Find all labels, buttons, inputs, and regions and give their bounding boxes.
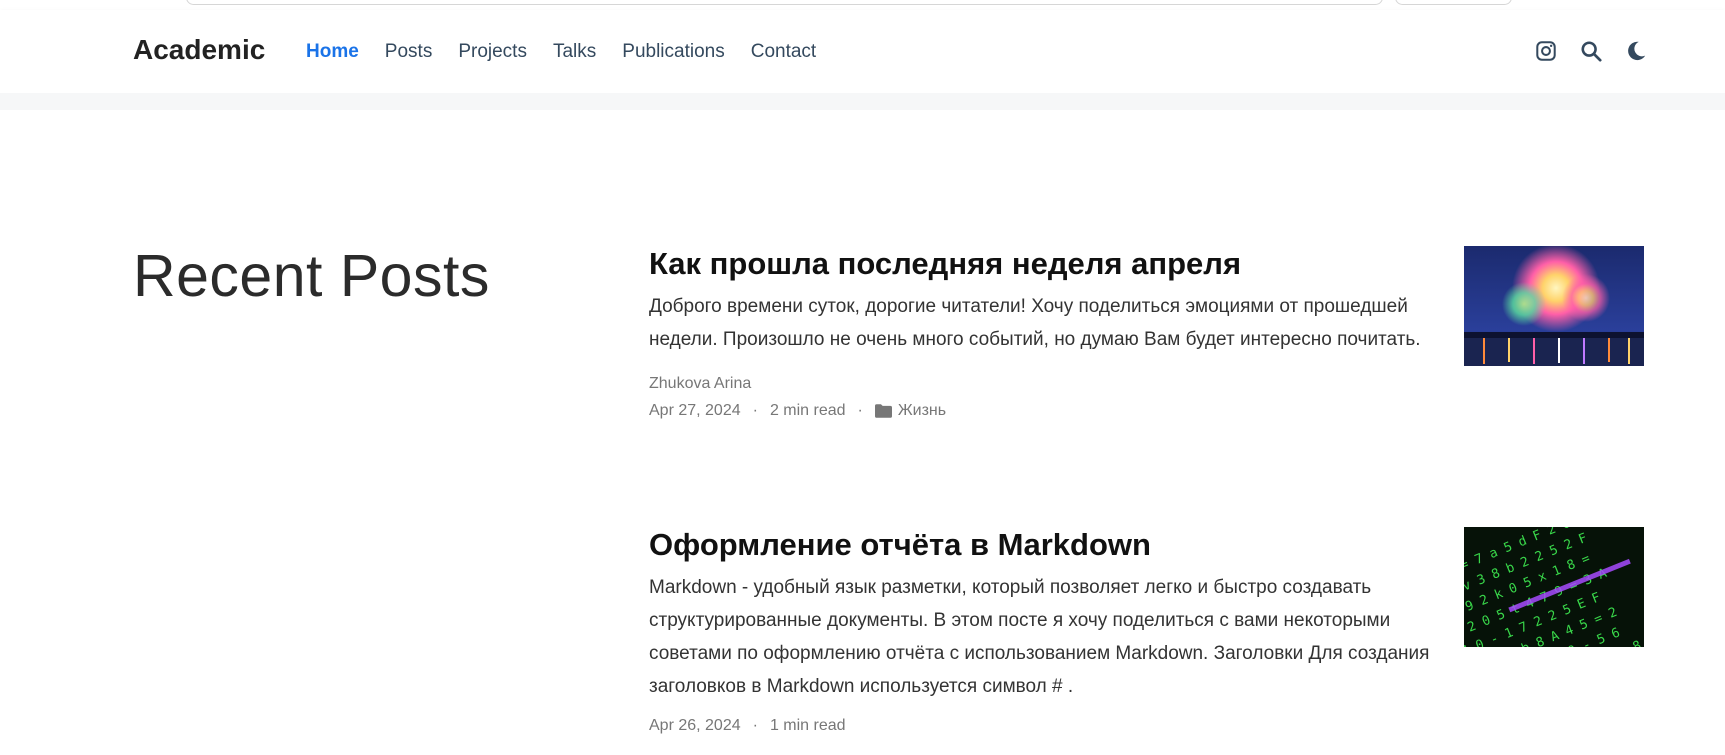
address-bar[interactable] — [186, 0, 1383, 5]
meta-separator: · — [857, 402, 863, 419]
nav-item-contact[interactable]: Contact — [751, 41, 816, 63]
post-category-link[interactable]: Жизнь — [874, 402, 947, 420]
instagram-icon[interactable] — [1535, 40, 1557, 62]
browser-button[interactable] — [1395, 0, 1512, 5]
post-thumbnail-code[interactable]: 0 1 = 7 a 5 d F 2 0 9 = v 3 8 b 2 2 5 2 … — [1464, 527, 1644, 647]
post-date: Apr 27, 2024 — [649, 402, 741, 419]
search-icon[interactable] — [1580, 40, 1602, 62]
post-reading-time: 1 min read — [769, 717, 846, 734]
moon-icon[interactable] — [1625, 40, 1647, 62]
post-summary: Markdown - удобный язык разметки, которы… — [649, 577, 1430, 697]
post-thumbnail-fireworks[interactable] — [1464, 246, 1644, 366]
post-title[interactable]: Оформление отчёта в Markdown — [649, 527, 1449, 563]
post-item: Оформление отчёта в Markdown Markdown - … — [649, 527, 1644, 735]
section-title: Recent Posts — [133, 243, 490, 309]
site-brand[interactable]: Academic — [133, 34, 265, 66]
nav-item-projects[interactable]: Projects — [458, 41, 527, 63]
meta-separator: · — [752, 402, 758, 419]
post-summary: Доброго времени суток, дорогие читатели!… — [649, 296, 1421, 350]
post-meta: Apr 26, 2024 · 1 min read — [649, 717, 1644, 735]
meta-separator: · — [752, 717, 758, 734]
post-meta: Apr 27, 2024 · 2 min read · Жизнь — [649, 402, 1644, 420]
post-title[interactable]: Как прошла последняя неделя апреля — [649, 246, 1449, 282]
nav-links: Home Posts Projects Talks Publications C… — [306, 41, 842, 63]
nav-item-home[interactable]: Home — [306, 41, 359, 63]
navbar-shadow-gap — [0, 93, 1725, 110]
post-reading-time: 2 min read — [769, 402, 846, 419]
nav-item-publications[interactable]: Publications — [622, 41, 724, 63]
post-category: Жизнь — [897, 402, 947, 419]
post-item: Как прошла последняя неделя апреля Добро… — [649, 246, 1644, 420]
folder-icon — [874, 404, 892, 418]
nav-item-posts[interactable]: Posts — [385, 41, 433, 63]
post-date: Apr 26, 2024 — [649, 717, 741, 734]
nav-icons — [1535, 40, 1647, 62]
nav-item-talks[interactable]: Talks — [553, 41, 596, 63]
navbar: Academic Home Posts Projects Talks Publi… — [0, 10, 1725, 93]
post-author[interactable]: Zhukova Arina — [649, 375, 1644, 393]
